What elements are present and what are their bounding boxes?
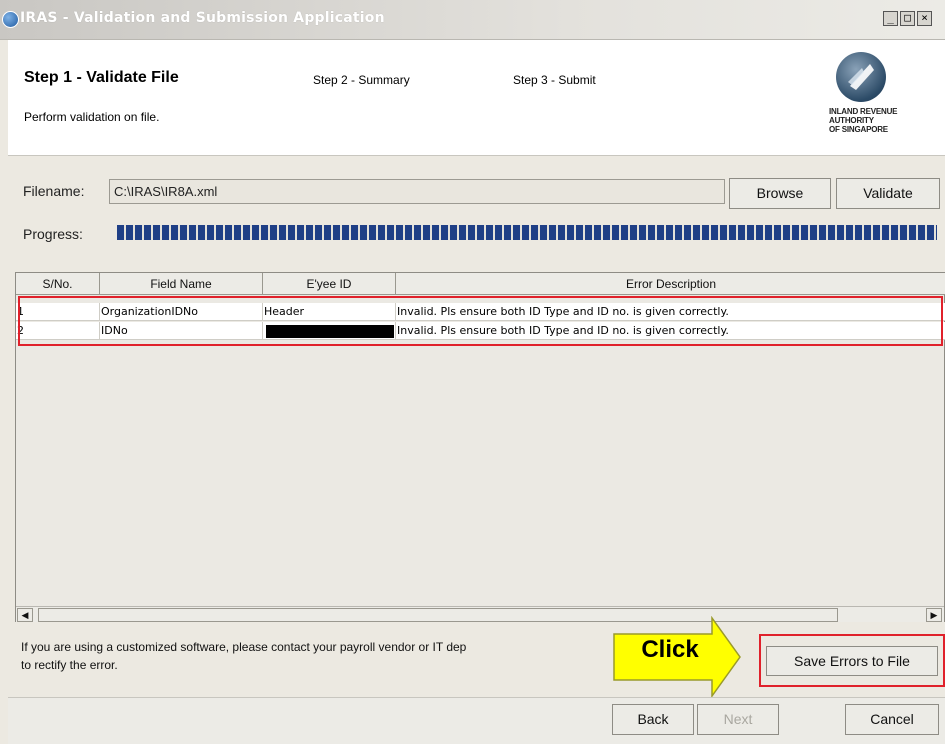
progress-fill	[117, 225, 937, 240]
app-icon	[2, 11, 19, 28]
scroll-right-icon[interactable]: ▶	[926, 608, 942, 622]
iras-logo-icon	[836, 52, 886, 102]
click-callout-label: Click	[641, 636, 699, 663]
step-1-label: Step 1 - Validate File	[24, 69, 179, 86]
wizard-header: Step 1 - Validate File Step 2 - Summary …	[8, 40, 945, 156]
column-header-error-description[interactable]: Error Description	[396, 273, 945, 295]
progress-label: Progress:	[23, 226, 83, 242]
step-description: Perform validation on file.	[24, 110, 160, 124]
column-header-field-name[interactable]: Field Name	[100, 273, 263, 295]
error-rows-highlight	[18, 296, 943, 346]
step-2-label: Step 2 - Summary	[313, 73, 410, 87]
table-header: S/No. Field Name E'yee ID Error Descript…	[16, 273, 945, 295]
scroll-left-icon[interactable]: ◀	[17, 608, 33, 622]
progress-bar	[117, 225, 937, 240]
filename-label: Filename:	[23, 183, 85, 199]
minimize-icon[interactable]: _	[883, 11, 898, 26]
step-3-label: Step 3 - Submit	[513, 73, 596, 87]
column-header-sno[interactable]: S/No.	[16, 273, 100, 295]
close-icon[interactable]: ×	[917, 11, 932, 26]
window-title-bar: IRAS - Validation and Submission Applica…	[0, 0, 945, 40]
validate-button[interactable]: Validate	[836, 178, 940, 209]
next-button[interactable]: Next	[697, 704, 779, 735]
horizontal-scrollbar[interactable]: ◀ ▶	[16, 606, 944, 622]
save-errors-highlight	[759, 634, 945, 687]
cancel-button[interactable]: Cancel	[845, 704, 939, 735]
browse-button[interactable]: Browse	[729, 178, 831, 209]
navigation-bar	[8, 698, 945, 744]
restore-icon[interactable]: □	[900, 11, 915, 26]
filename-field[interactable]: C:\IRAS\IR8A.xml	[109, 179, 725, 204]
back-button[interactable]: Back	[612, 704, 694, 735]
window-title: IRAS - Validation and Submission Applica…	[20, 10, 385, 26]
column-header-eyee-id[interactable]: E'yee ID	[263, 273, 396, 295]
iras-logo-text: INLAND REVENUE AUTHORITY OF SINGAPORE	[829, 107, 898, 134]
